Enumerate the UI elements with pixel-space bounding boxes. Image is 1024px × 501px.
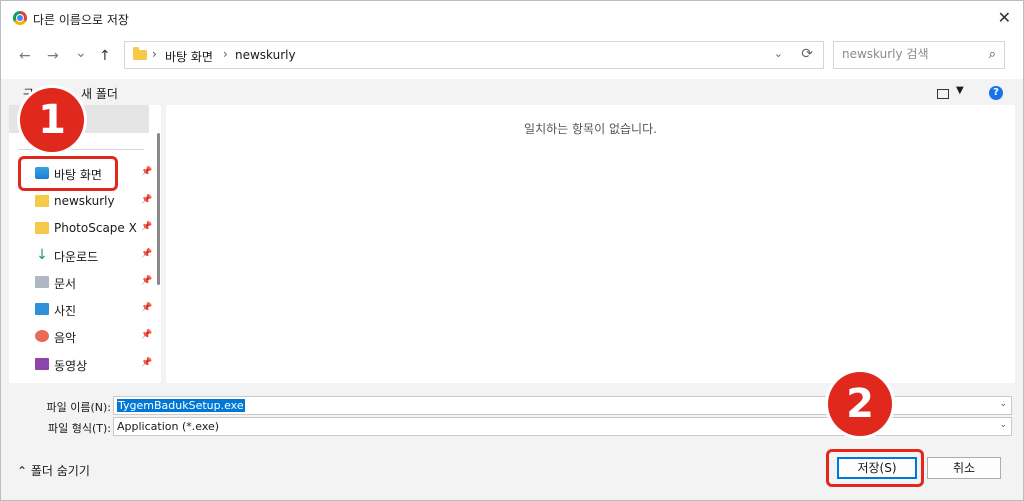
sidebar-item-label: 다운로드 (54, 250, 99, 264)
forward-arrow-icon[interactable]: → (47, 48, 59, 64)
chevron-down-icon[interactable]: ⌄ (999, 420, 1007, 430)
document-icon (35, 276, 49, 288)
step-1-highlight (18, 156, 118, 191)
cancel-button[interactable]: 취소 (927, 457, 1001, 479)
refresh-icon[interactable]: ⟳ (801, 46, 813, 62)
view-dropdown-icon[interactable]: ▼ (956, 85, 964, 96)
pin-icon: 📌 (141, 358, 153, 368)
chevron-down-icon[interactable]: ⌄ (774, 47, 783, 60)
breadcrumb-separator: › (152, 47, 157, 61)
sidebar-item-newskurly[interactable]: newskurly 📌 (9, 189, 157, 215)
filename-value: TygemBadukSetup.exe (117, 399, 245, 412)
pin-icon: 📌 (141, 330, 153, 340)
pin-icon: 📌 (141, 249, 153, 259)
sidebar-item-downloads[interactable]: ↓ 다운로드 📌 (9, 243, 157, 269)
search-icon[interactable]: ⌕ (989, 47, 996, 62)
sidebar-item-documents[interactable]: 문서 📌 (9, 270, 157, 296)
sidebar-item-music[interactable]: 음악 📌 (9, 324, 157, 350)
breadcrumb-desktop[interactable]: 바탕 화면 (165, 48, 213, 65)
folder-icon (133, 47, 147, 60)
sidebar-item-label: 사진 (54, 304, 77, 318)
pin-icon: 📌 (141, 195, 153, 205)
video-icon (35, 358, 49, 370)
new-folder-button[interactable]: 새 폴더 (81, 85, 118, 102)
filetype-label: 파일 형식(T): (48, 422, 111, 435)
title-bar: 다른 이름으로 저장 ✕ (1, 1, 1023, 35)
filename-label: 파일 이름(N): (46, 401, 112, 414)
sidebar-item-photoscape[interactable]: PhotoScape X 📌 (9, 216, 157, 242)
hide-folders-button[interactable]: ⌃ 폴더 숨기기 (17, 462, 90, 479)
step-2-highlight (826, 449, 924, 487)
step-1-marker: 1 (20, 88, 84, 152)
sidebar-item-pictures[interactable]: 사진 📌 (9, 297, 157, 323)
sidebar-scrollbar[interactable] (157, 133, 160, 285)
pictures-icon (35, 303, 49, 315)
filename-selected-text: TygemBadukSetup.exe (117, 399, 245, 412)
download-icon: ↓ (36, 247, 48, 263)
breadcrumb-newskurly[interactable]: newskurly (235, 48, 296, 62)
music-icon (35, 330, 49, 342)
chevron-down-icon[interactable]: ⌄ (999, 399, 1007, 409)
view-layout-icon[interactable] (937, 89, 949, 99)
search-box[interactable]: ⌕ (833, 41, 1005, 69)
folder-icon (35, 222, 49, 234)
toolbar: 구성 ▾ 새 폴더 ▼ ? (1, 81, 1023, 105)
help-icon[interactable]: ? (989, 86, 1003, 100)
breadcrumb-separator: › (223, 47, 228, 61)
navigation-pane: 홈 바탕 화면 📌 newskurly 📌 PhotoScape X 📌 ↓ 다… (9, 105, 161, 383)
folder-icon (35, 195, 49, 207)
step-2-marker: 2 (828, 372, 892, 436)
sidebar-item-label: PhotoScape X (54, 221, 137, 235)
pin-icon: 📌 (141, 303, 153, 313)
chrome-icon (13, 11, 27, 25)
address-bar[interactable]: › 바탕 화면 › newskurly ⌄ ⟳ (124, 41, 824, 69)
sidebar-item-label: 음악 (54, 331, 77, 345)
empty-message: 일치하는 항목이 없습니다. (524, 122, 657, 136)
close-icon[interactable]: ✕ (998, 8, 1011, 27)
pin-icon: 📌 (141, 276, 153, 286)
back-arrow-icon[interactable]: ← (19, 48, 31, 64)
sidebar-item-label: newskurly (54, 194, 115, 208)
window-title: 다른 이름으로 저장 (33, 13, 129, 27)
divider (19, 149, 144, 150)
pin-icon: 📌 (141, 222, 153, 232)
up-arrow-icon[interactable]: ↑ (99, 48, 111, 64)
recent-locations-icon[interactable]: ⌄ (75, 45, 87, 61)
sidebar-item-label: 동영상 (54, 359, 88, 373)
sidebar-item-label: 문서 (54, 277, 77, 291)
sidebar-item-videos[interactable]: 동영상 📌 (9, 352, 157, 378)
pin-icon: 📌 (141, 167, 153, 177)
search-input[interactable] (842, 47, 982, 61)
file-list-pane[interactable]: 일치하는 항목이 없습니다. (166, 105, 1015, 383)
filetype-value: Application (*.exe) (117, 420, 220, 433)
